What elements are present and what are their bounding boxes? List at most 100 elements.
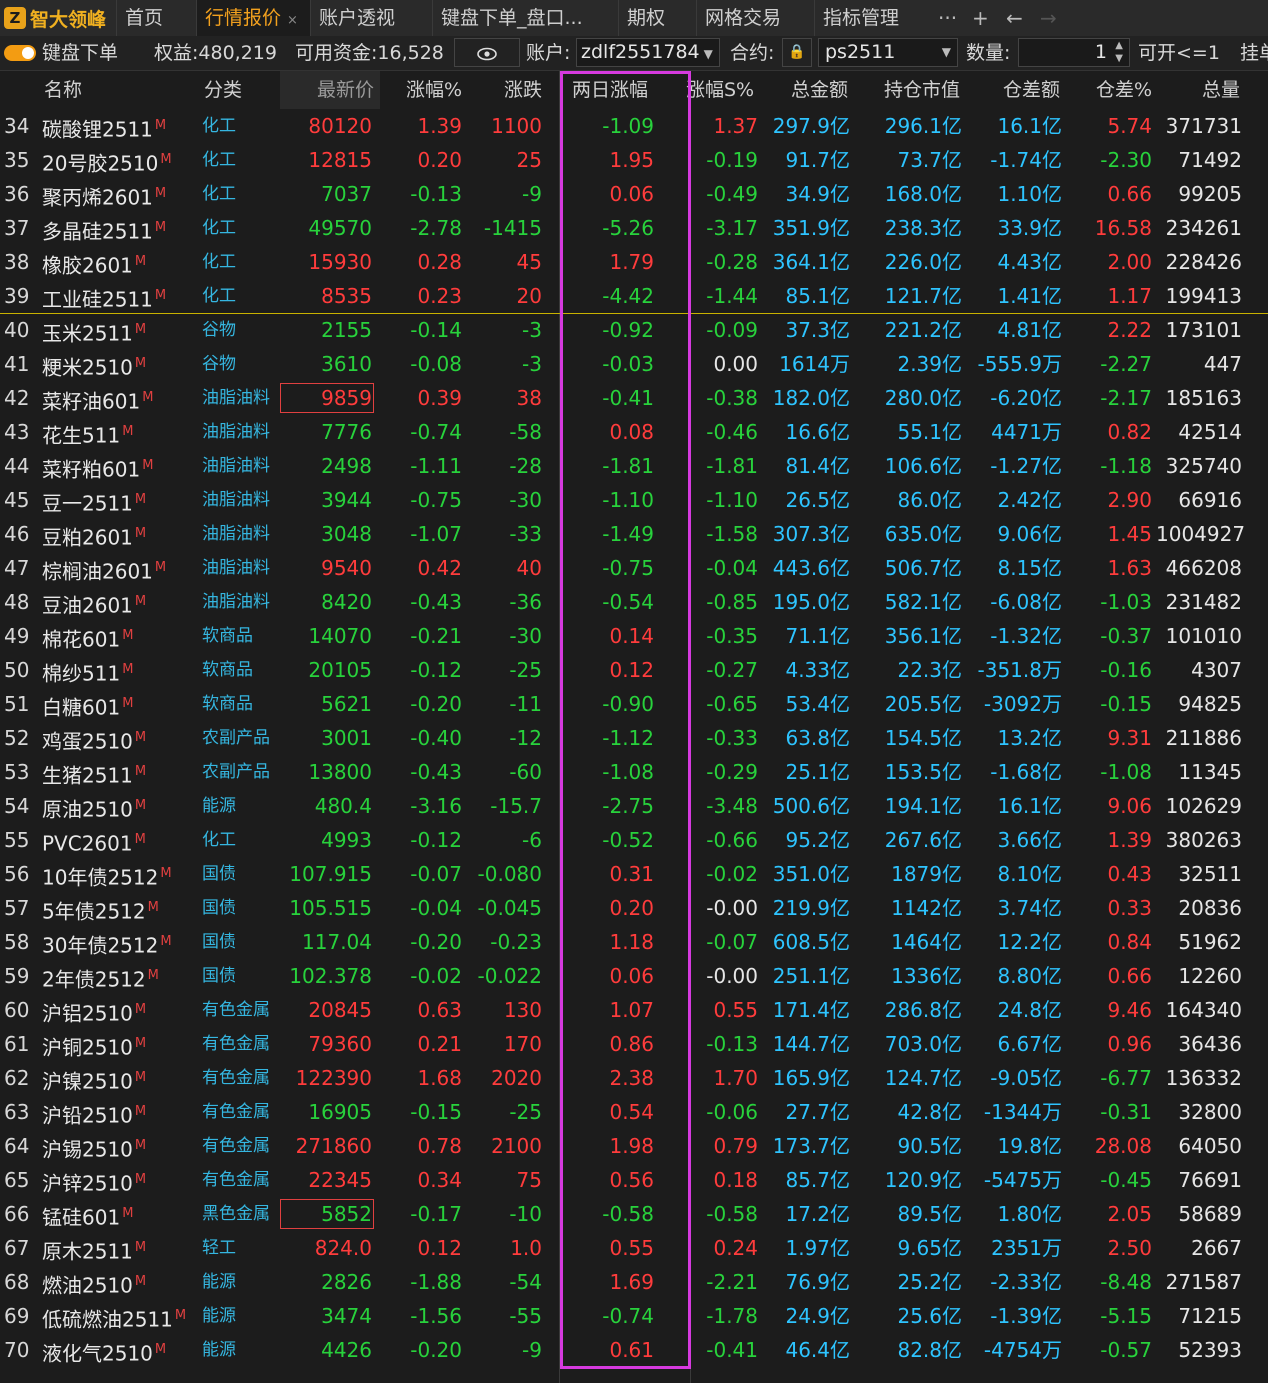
col-total-amount[interactable]: 总金额 [770, 71, 848, 109]
contract-name[interactable]: 玉米2511 M [42, 313, 146, 351]
table-row[interactable]: 52 鸡蛋2510 M 农副产品 3001 -0.40 -12 -1.12 -0.33 63.8亿… [0, 721, 1268, 755]
table-row[interactable]: 65 沪锌2510 M 有色金属 22345 0.34 75 0.56 0.18 85.7亿 120… [0, 1163, 1268, 1197]
table-row[interactable]: 34 碳酸锂2511 M 化工 80120 1.39 1100 -1.09 1.37 297.9亿… [0, 109, 1268, 143]
col-name[interactable]: 名称 [44, 71, 82, 109]
tab-options[interactable]: 期权 [618, 0, 696, 36]
table-row[interactable]: 62 沪镍2510 M 有色金属 122390 1.68 2020 2.38 1.70 165.9… [0, 1061, 1268, 1095]
close-icon[interactable]: × [287, 13, 298, 28]
col-change-pct[interactable]: 涨幅% [380, 71, 462, 109]
contract-name[interactable]: 棉花601 M [42, 619, 133, 657]
table-row[interactable]: 66 锰硅601 M 黑色金属 5852 -0.17 -10 -0.58 -0.58 17.2亿 8… [0, 1197, 1268, 1231]
table-row[interactable]: 60 沪铝2510 M 有色金属 20845 0.63 130 1.07 0.55 171.4亿 2… [0, 993, 1268, 1027]
contract-name[interactable]: 生猪2511 M [42, 755, 146, 793]
contract-name[interactable]: 沪铅2510 M [42, 1095, 146, 1133]
table-row[interactable]: 37 多晶硅2511 M 化工 49570 -2.78 -1415 -5.26 -3.17 351… [0, 211, 1268, 245]
col-last-price[interactable]: 最新价 [280, 71, 380, 109]
table-row[interactable]: 57 5年债2512 M 国债 105.515 -0.04 -0.045 0.20 -0.00 2… [0, 891, 1268, 925]
table-row[interactable]: 56 10年债2512 M 国债 107.915 -0.07 -0.080 0.31 -0.02… [0, 857, 1268, 891]
table-row[interactable]: 47 棕榈油2601 M 油脂油料 9540 0.42 40 -0.75 -0.04 443.6亿… [0, 551, 1268, 585]
contract-name[interactable]: 沪锡2510 M [42, 1129, 146, 1167]
table-row[interactable]: 39 工业硅2511 M 化工 8535 0.23 20 -4.42 -1.44 85.1亿 121… [0, 279, 1268, 313]
table-row[interactable]: 35 20号胶2510 M 化工 12815 0.20 25 1.95 -0.19 91.7亿 73… [0, 143, 1268, 177]
table-row[interactable]: 40 玉米2511 M 谷物 2155 -0.14 -3 -0.92 -0.09 37.3亿 221… [0, 313, 1268, 347]
table-row[interactable]: 49 棉花601 M 软商品 14070 -0.21 -30 0.14 -0.35 71.1亿 35… [0, 619, 1268, 653]
table-row[interactable]: 58 30年债2512 M 国债 117.04 -0.20 -0.23 1.18 -0.07 60… [0, 925, 1268, 959]
contract-name[interactable]: 原木2511 M [42, 1231, 146, 1269]
table-row[interactable]: 67 原木2511 M 轻工 824.0 0.12 1.0 0.55 0.24 1.97亿 9.65… [0, 1231, 1268, 1265]
contract-name[interactable]: 沪镍2510 M [42, 1061, 146, 1099]
table-row[interactable]: 48 豆油2601 M 油脂油料 8420 -0.43 -36 -0.54 -0.85 195.0… [0, 585, 1268, 619]
contract-name[interactable]: 豆粕2601 M [42, 517, 146, 555]
contract-name[interactable]: 沪铜2510 M [42, 1027, 146, 1065]
table-row[interactable]: 46 豆粕2601 M 油脂油料 3048 -1.07 -33 -1.49 -1.58 307.3… [0, 517, 1268, 551]
contract-name[interactable]: 菜籽粕601 M [42, 449, 153, 487]
col-position-diff-pct[interactable]: 仓差% [1070, 71, 1152, 109]
contract-name[interactable]: 棕榈油2601 M [42, 551, 166, 589]
table-row[interactable]: 59 2年债2512 M 国债 102.378 -0.02 -0.022 0.06 -0.00 2… [0, 959, 1268, 993]
account-select[interactable]: zdlf2551784 ▼ [576, 38, 720, 67]
contract-select[interactable]: ps2511 ▼ [818, 38, 958, 67]
table-row[interactable]: 41 粳米2510 M 谷物 3610 -0.08 -3 -0.03 0.00 1614万 2.39… [0, 347, 1268, 381]
col-change-s-pct[interactable]: 涨幅S% [686, 71, 754, 109]
table-row[interactable]: 43 花生511 M 油脂油料 7776 -0.74 -58 0.08 -0.46 16.6亿 55… [0, 415, 1268, 449]
table-row[interactable]: 68 燃油2510 M 能源 2826 -1.88 -54 1.69 -2.21 76.9亿 25.… [0, 1265, 1268, 1299]
tab-home[interactable]: 首页 [116, 0, 196, 36]
lock-icon[interactable]: 🔒 [782, 38, 812, 67]
col-position-value[interactable]: 持仓市值 [860, 71, 960, 109]
contract-name[interactable]: 豆油2601 M [42, 585, 146, 623]
col-position-diff[interactable]: 仓差额 [970, 71, 1060, 109]
table-row[interactable]: 64 沪锡2510 M 有色金属 271860 0.78 2100 1.98 0.79 173.7… [0, 1129, 1268, 1163]
table-row[interactable]: 44 菜籽粕601 M 油脂油料 2498 -1.11 -28 -1.81 -1.81 81.4亿… [0, 449, 1268, 483]
contract-name[interactable]: 液化气2510 M [42, 1333, 166, 1371]
table-row[interactable]: 55 PVC2601 M 化工 4993 -0.12 -6 -0.52 -0.66 95.2亿 26… [0, 823, 1268, 857]
contract-name[interactable]: 碳酸锂2511 M [42, 109, 166, 147]
table-row[interactable]: 50 棉纱511 M 软商品 20105 -0.12 -25 0.12 -0.27 4.33亿 22… [0, 653, 1268, 687]
add-tab-icon[interactable]: + [972, 0, 989, 36]
back-icon[interactable]: ← [1006, 0, 1023, 36]
table-row[interactable]: 36 聚丙烯2601 M 化工 7037 -0.13 -9 0.06 -0.49 34.9亿 168… [0, 177, 1268, 211]
tab-indicators[interactable]: 指标管理 [814, 0, 932, 36]
forward-icon[interactable]: → [1040, 0, 1057, 36]
col-volume[interactable]: 总量 [1160, 71, 1240, 109]
contract-name[interactable]: 低硫燃油2511 M [42, 1299, 186, 1337]
col-two-day-change[interactable]: 两日涨幅 [572, 71, 648, 109]
tab-account[interactable]: 账户透视 [310, 0, 432, 36]
more-icon[interactable]: ··· [938, 0, 957, 36]
table-row[interactable]: 45 豆一2511 M 油脂油料 3944 -0.75 -30 -1.10 -1.10 26.5亿… [0, 483, 1268, 517]
contract-name[interactable]: 原油2510 M [42, 789, 146, 827]
contract-name[interactable]: 棉纱511 M [42, 653, 133, 691]
table-row[interactable]: 53 生猪2511 M 农副产品 13800 -0.43 -60 -1.08 -0.29 25.1… [0, 755, 1268, 789]
contract-name[interactable]: 2年债2512 M [42, 959, 159, 997]
contract-name[interactable]: 沪锌2510 M [42, 1163, 146, 1201]
contract-name[interactable]: 10年债2512 M [42, 857, 172, 895]
table-row[interactable]: 69 低硫燃油2511 M 能源 3474 -1.56 -55 -0.74 -1.78 24.9亿… [0, 1299, 1268, 1333]
contract-name[interactable]: 30年债2512 M [42, 925, 172, 963]
col-category[interactable]: 分类 [204, 71, 242, 109]
pending-order-label[interactable]: 挂单 [1240, 36, 1268, 70]
table-row[interactable]: 61 沪铜2510 M 有色金属 79360 0.21 170 0.86 -0.13 144.7亿… [0, 1027, 1268, 1061]
tab-grid-trading[interactable]: 网格交易 [696, 0, 814, 36]
table-row[interactable]: 54 原油2510 M 能源 480.4 -3.16 -15.7 -2.75 -3.48 500.… [0, 789, 1268, 823]
contract-name[interactable]: 燃油2510 M [42, 1265, 146, 1303]
contract-name[interactable]: 花生511 M [42, 415, 133, 453]
table-row[interactable]: 38 橡胶2601 M 化工 15930 0.28 45 1.79 -0.28 364.1亿 226… [0, 245, 1268, 279]
contract-name[interactable]: 多晶硅2511 M [42, 211, 166, 249]
contract-name[interactable]: 沪铝2510 M [42, 993, 146, 1031]
contract-name[interactable]: PVC2601 M [42, 823, 146, 861]
contract-name[interactable]: 菜籽油601 M [42, 381, 153, 419]
table-row[interactable]: 42 菜籽油601 M 油脂油料 9859 0.39 38 -0.41 -0.38 182.0亿 2… [0, 381, 1268, 415]
tab-quotes[interactable]: 行情报价 × [196, 0, 310, 36]
table-row[interactable]: 51 白糖601 M 软商品 5621 -0.20 -11 -0.90 -0.65 53.4亿 20… [0, 687, 1268, 721]
col-change[interactable]: 涨跌 [470, 71, 542, 109]
contract-name[interactable]: 鸡蛋2510 M [42, 721, 146, 759]
contract-name[interactable]: 粳米2510 M [42, 347, 146, 385]
contract-name[interactable]: 锰硅601 M [42, 1197, 133, 1235]
table-row[interactable]: 63 沪铅2510 M 有色金属 16905 -0.15 -25 0.54 -0.06 27.7亿… [0, 1095, 1268, 1129]
eye-icon[interactable] [454, 38, 520, 67]
keyboard-order-toggle[interactable] [4, 45, 36, 61]
stepper-arrows-icon[interactable]: ▲ ▼ [1115, 39, 1123, 65]
contract-name[interactable]: 白糖601 M [42, 687, 133, 725]
tab-keyboard-order[interactable]: 键盘下单_盘口... [432, 0, 618, 36]
contract-name[interactable]: 工业硅2511 M [42, 279, 166, 317]
contract-name[interactable]: 豆一2511 M [42, 483, 146, 521]
